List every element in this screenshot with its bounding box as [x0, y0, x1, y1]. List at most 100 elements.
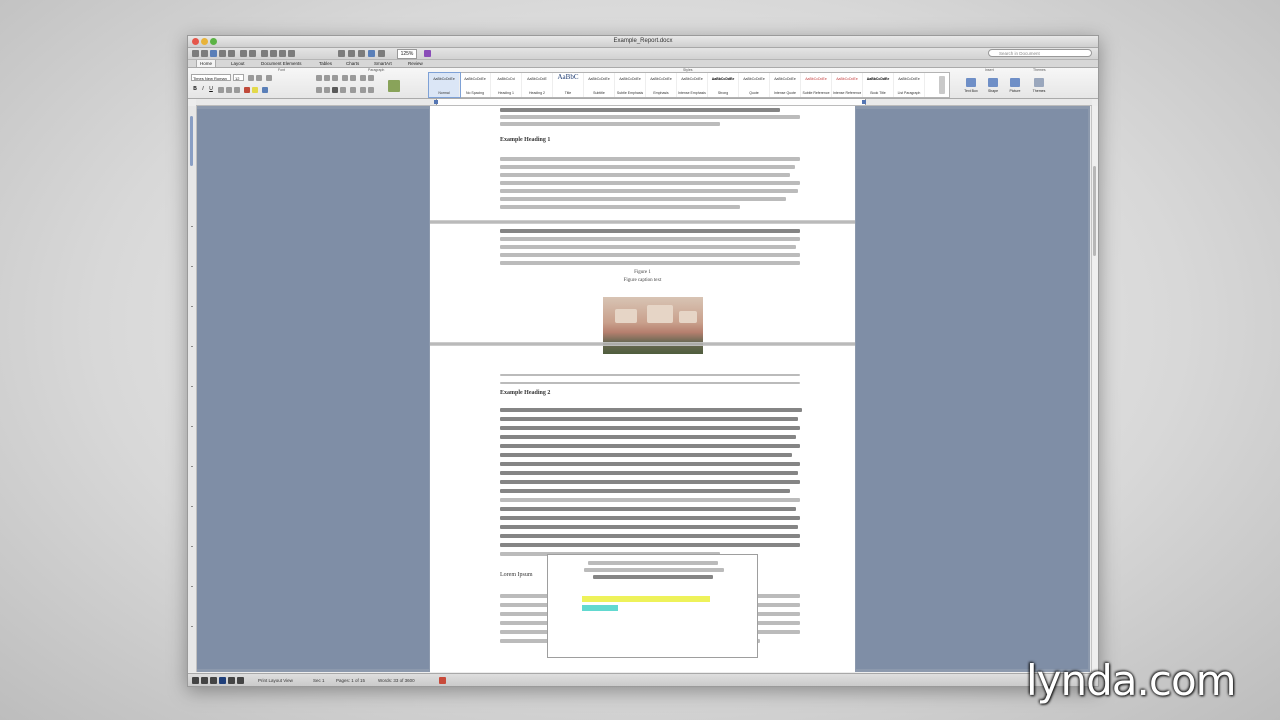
format-painter-icon[interactable] [288, 50, 295, 57]
font-color-icon[interactable] [244, 87, 250, 93]
sort-icon[interactable] [360, 75, 366, 81]
copy-icon[interactable] [270, 50, 277, 57]
word-count[interactable]: Words: 33 of 3600 [378, 677, 415, 684]
strikethrough-icon[interactable] [218, 87, 224, 93]
style-intense-reference[interactable]: AaBbCcDdEe Intense Reference [832, 73, 863, 97]
superscript-icon[interactable] [226, 87, 232, 93]
italic-button[interactable]: I [200, 86, 206, 93]
font-size-select[interactable]: 12 [233, 74, 244, 81]
page-count[interactable]: Pages: 1 of 15 [336, 677, 365, 684]
align-right-icon[interactable] [332, 87, 338, 93]
scrollbar-thumb[interactable] [1093, 166, 1096, 256]
cut-icon[interactable] [261, 50, 268, 57]
themes-button[interactable]: Themes [1030, 78, 1048, 96]
increase-indent-icon[interactable] [350, 75, 356, 81]
align-left-icon[interactable] [316, 87, 322, 93]
style-no-spacing[interactable]: AaBbCcDdEe No Spacing [460, 73, 491, 97]
styles-scroll-arrows-icon[interactable] [939, 76, 945, 94]
show-formatting-icon[interactable] [368, 75, 374, 81]
style-heading-1[interactable]: AaBbCcDd Heading 1 [491, 73, 522, 97]
document-page[interactable]: Example Heading 1 Figure 1 Figure captio… [430, 106, 855, 672]
zoom-field[interactable]: 125% [397, 49, 417, 59]
style-intense-quote[interactable]: AaBbCcDdEe Intense Quote [770, 73, 801, 97]
text-effects-icon[interactable] [262, 87, 268, 93]
print-icon[interactable] [228, 50, 235, 57]
open-icon[interactable] [210, 50, 217, 57]
align-center-icon[interactable] [324, 87, 330, 93]
text-box-icon [966, 78, 976, 87]
search-input[interactable]: Search in Document [988, 49, 1092, 57]
decrease-indent-icon[interactable] [342, 75, 348, 81]
bullets-icon[interactable] [316, 75, 322, 81]
search-tool-icon[interactable] [338, 50, 345, 57]
sidebar-icon[interactable] [368, 50, 375, 57]
draft-view-icon[interactable] [192, 677, 199, 684]
style-sample: AaBbCcDdEe [866, 77, 890, 81]
bold-button[interactable]: B [192, 86, 198, 93]
paragraph-styles-icon[interactable] [388, 80, 400, 92]
full-screen-view-icon[interactable] [237, 677, 244, 684]
tab-layout[interactable]: Layout [228, 60, 248, 67]
undo-icon[interactable] [240, 50, 247, 57]
right-indent-marker[interactable] [862, 100, 866, 104]
style-book-title[interactable]: AaBbCcDdEe Book Title [863, 73, 894, 97]
borders-icon[interactable] [368, 87, 374, 93]
style-intense-emphasis[interactable]: AaBbCcDdEe Intense Emphasis [677, 73, 708, 97]
shading-icon[interactable] [360, 87, 366, 93]
left-indent-marker[interactable] [434, 100, 438, 104]
columns-icon[interactable] [358, 50, 365, 57]
style-subtitle[interactable]: AaBbCcDdEe Subtitle [584, 73, 615, 97]
redo-icon[interactable] [249, 50, 256, 57]
grow-font-icon[interactable] [248, 75, 254, 81]
style-heading-2[interactable]: AaBbCcDdE Heading 2 [522, 73, 553, 97]
paste-icon[interactable] [279, 50, 286, 57]
vertical-ruler-thumb[interactable] [190, 116, 193, 166]
line-spacing-icon[interactable] [350, 87, 356, 93]
publishing-view-icon[interactable] [210, 677, 217, 684]
underline-button[interactable]: U [208, 86, 214, 93]
style-title[interactable]: AaBbC Title [553, 73, 584, 97]
templates-icon[interactable] [201, 50, 208, 57]
justify-icon[interactable] [340, 87, 346, 93]
style-strong[interactable]: AaBbCcDdEe Strong [708, 73, 739, 97]
shape-button[interactable]: Shape [984, 78, 1002, 96]
ruler-tick [191, 466, 193, 467]
notebook-view-icon[interactable] [228, 677, 235, 684]
tab-charts[interactable]: Charts [343, 60, 362, 67]
multilevel-list-icon[interactable] [332, 75, 338, 81]
text-line [500, 181, 800, 185]
tab-home[interactable]: Home [196, 60, 217, 67]
style-quote[interactable]: AaBbCcDdEe Quote [739, 73, 770, 97]
style-subtle-emphasis[interactable]: AaBbCcDdEe Subtle Emphasis [615, 73, 646, 97]
new-document-icon[interactable] [192, 50, 199, 57]
document-canvas[interactable]: Example Heading 1 Figure 1 Figure captio… [197, 106, 1090, 672]
save-icon[interactable] [219, 50, 226, 57]
shape-icon [988, 78, 998, 87]
picture-button[interactable]: Picture [1006, 78, 1024, 96]
highlight-icon[interactable] [252, 87, 258, 93]
tab-document-elements[interactable]: Document Elements [258, 60, 305, 67]
style-list-paragraph[interactable]: AaBbCcDdEe List Paragraph [894, 73, 925, 97]
subscript-icon[interactable] [234, 87, 240, 93]
numbering-icon[interactable] [324, 75, 330, 81]
style-subtle-reference[interactable]: AaBbCcDdEe Subtle Reference [801, 73, 832, 97]
vertical-scrollbar[interactable] [1091, 106, 1098, 672]
tab-tables[interactable]: Tables [316, 60, 335, 67]
style-normal[interactable]: AaBbCcDdEe Normal [428, 72, 461, 98]
help-icon[interactable] [424, 50, 431, 57]
font-name-select[interactable]: Times New Roman [191, 74, 231, 81]
text-box-button[interactable]: Text Box [962, 78, 980, 96]
horizontal-ruler[interactable] [196, 99, 1092, 106]
table-icon[interactable] [348, 50, 355, 57]
tab-smartart[interactable]: SmartArt [371, 60, 395, 67]
clear-format-icon[interactable] [266, 75, 272, 81]
media-icon[interactable] [378, 50, 385, 57]
floating-text-box[interactable] [547, 554, 758, 658]
shrink-font-icon[interactable] [256, 75, 262, 81]
print-layout-view-icon[interactable] [219, 677, 226, 684]
spelling-check-icon[interactable] [439, 677, 446, 684]
style-emphasis[interactable]: AaBbCcDdEe Emphasis [646, 73, 677, 97]
tab-review[interactable]: Review [405, 60, 426, 67]
vertical-ruler[interactable] [188, 106, 197, 672]
outline-view-icon[interactable] [201, 677, 208, 684]
